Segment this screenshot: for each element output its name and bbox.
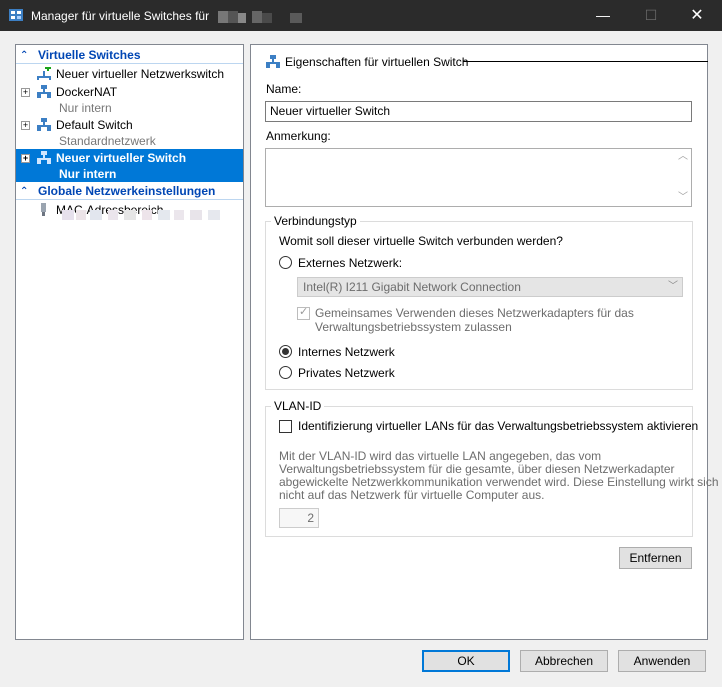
expand-icon[interactable]: + [21,154,30,163]
vlan-group-title: VLAN-ID [271,399,325,413]
section-global-settings[interactable]: ⌃ Globale Netzwerkeinstellungen [16,183,243,200]
adapter-dropdown[interactable]: Intel(R) I211 Gigabit Network Connection… [297,277,683,297]
tree-item-label: Default Switch [56,118,133,132]
tree-item-sublabel: Nur intern [59,101,112,115]
tree-item-sublabel: Nur intern [59,167,117,181]
share-adapter-label-line1: Gemeinsames Verwenden dieses Netzwerkada… [315,306,634,320]
title-bar: Manager für virtuelle Switches für — ☐ ✕ [0,0,722,31]
tree-item-new-switch-label: Neuer virtueller Netzwerkswitch [56,67,225,81]
network-switch-icon [37,85,51,98]
properties-pane: Eigenschaften für virtuellen Switch Name… [250,44,719,640]
redacted-hostname [218,10,303,23]
internal-network-label[interactable]: Internes Netzwerk [298,345,395,359]
maximize-button[interactable]: ☐ [628,0,674,31]
tree-item-mac-range[interactable]: MAC-Adressbereich [16,202,243,236]
scroll-up-icon[interactable]: ︿ [675,149,691,165]
network-adapter-icon [41,203,46,216]
vlan-description-line4: nicht auf das Netzwerk für virtuelle Com… [279,488,545,502]
radio-selected-dot [282,348,289,355]
vlan-id-field[interactable]: 2 [279,508,319,528]
window-title: Manager für virtuelle Switches für [31,9,308,23]
private-network-label[interactable]: Privates Netzwerk [298,366,395,380]
tree-item-default-switch[interactable]: + Default Switch Standardnetzwerk [16,117,243,149]
connection-type-title: Verbindungstyp [271,214,360,228]
section-global-settings-label: Globale Netzwerkeinstellungen [38,184,216,198]
adapter-dropdown-value: Intel(R) I211 Gigabit Network Connection [303,280,521,294]
close-button[interactable]: ✕ [674,0,720,31]
share-adapter-checkbox[interactable]: ✓ [297,306,310,320]
switch-tree[interactable]: ⌃ Virtuelle Switches Neuer virtueller Ne… [15,44,244,640]
tree-item-label: Neuer virtueller Switch [56,151,187,165]
scroll-down-icon[interactable]: ﹀ [675,190,691,206]
remove-button[interactable]: Entfernen [619,547,692,569]
vlan-checkbox[interactable] [279,420,292,433]
vlan-description-line2: Verwaltungsbetriebssystem für die gesamt… [279,462,675,476]
vlan-group: VLAN-ID Identifizierung virtueller LANs … [265,399,719,537]
external-network-radio[interactable] [279,256,292,269]
tree-item-dockernat[interactable]: + DockerNAT Nur intern [16,84,243,116]
note-field[interactable]: ︿ ﹀ [265,148,692,207]
tree-item-label: DockerNAT [56,85,118,99]
network-switch-icon [37,118,51,131]
network-switch-icon [266,55,280,68]
tree-item-neuer-switch[interactable]: + Neuer virtueller Switch Nur intern [16,149,243,182]
expand-icon[interactable]: + [21,121,30,130]
private-network-radio[interactable] [279,366,292,379]
minimize-button[interactable]: — [580,0,626,31]
share-adapter-label-line2: Verwaltungsbetriebssystem zulassen [315,320,512,334]
redacted-mac-range [62,210,220,220]
collapse-chevron-icon[interactable]: ⌃ [20,183,28,200]
vlan-description-line1: Mit der VLAN-ID wird das virtuelle LAN a… [279,449,602,463]
connection-type-group: Verbindungstyp Womit soll dieser virtuel… [265,214,693,390]
name-label: Name: [266,82,302,96]
network-switch-icon [37,151,51,164]
collapse-chevron-icon[interactable]: ⌃ [20,47,28,64]
properties-header-label: Eigenschaften für virtuellen Switch [285,55,469,69]
expand-icon[interactable]: + [21,88,30,97]
note-scrollbar[interactable]: ︿ ﹀ [675,149,691,206]
vlan-checkbox-label[interactable]: Identifizierung virtueller LANs für das … [298,419,698,433]
header-divider [463,61,708,62]
vlan-description-line3: abgewickelte Netzwerkkommunikation verwe… [279,475,719,489]
note-label: Anmerkung: [266,129,331,143]
cancel-button[interactable]: Abbrechen [520,650,608,672]
section-virtual-switches-label: Virtuelle Switches [38,48,141,62]
external-network-label[interactable]: Externes Netzwerk: [298,256,402,270]
tree-item-sublabel: Standardnetzwerk [59,134,156,148]
section-virtual-switches[interactable]: ⌃ Virtuelle Switches [16,47,243,64]
name-field[interactable]: Neuer virtueller Switch [265,101,692,122]
chevron-down-icon: ﹀ [668,281,678,292]
window-title-text: Manager für virtuelle Switches für [31,9,210,23]
switch-manager-icon [9,9,23,21]
add-switch-icon [37,67,51,80]
checkmark-icon: ✓ [299,306,309,318]
connection-question: Womit soll dieser virtuelle Switch verbu… [279,234,563,248]
tree-item-new-switch[interactable]: Neuer virtueller Netzwerkswitch [16,66,243,82]
apply-button[interactable]: Anwenden [618,650,706,672]
ok-button[interactable]: OK [422,650,510,672]
internal-network-radio[interactable] [279,345,292,358]
